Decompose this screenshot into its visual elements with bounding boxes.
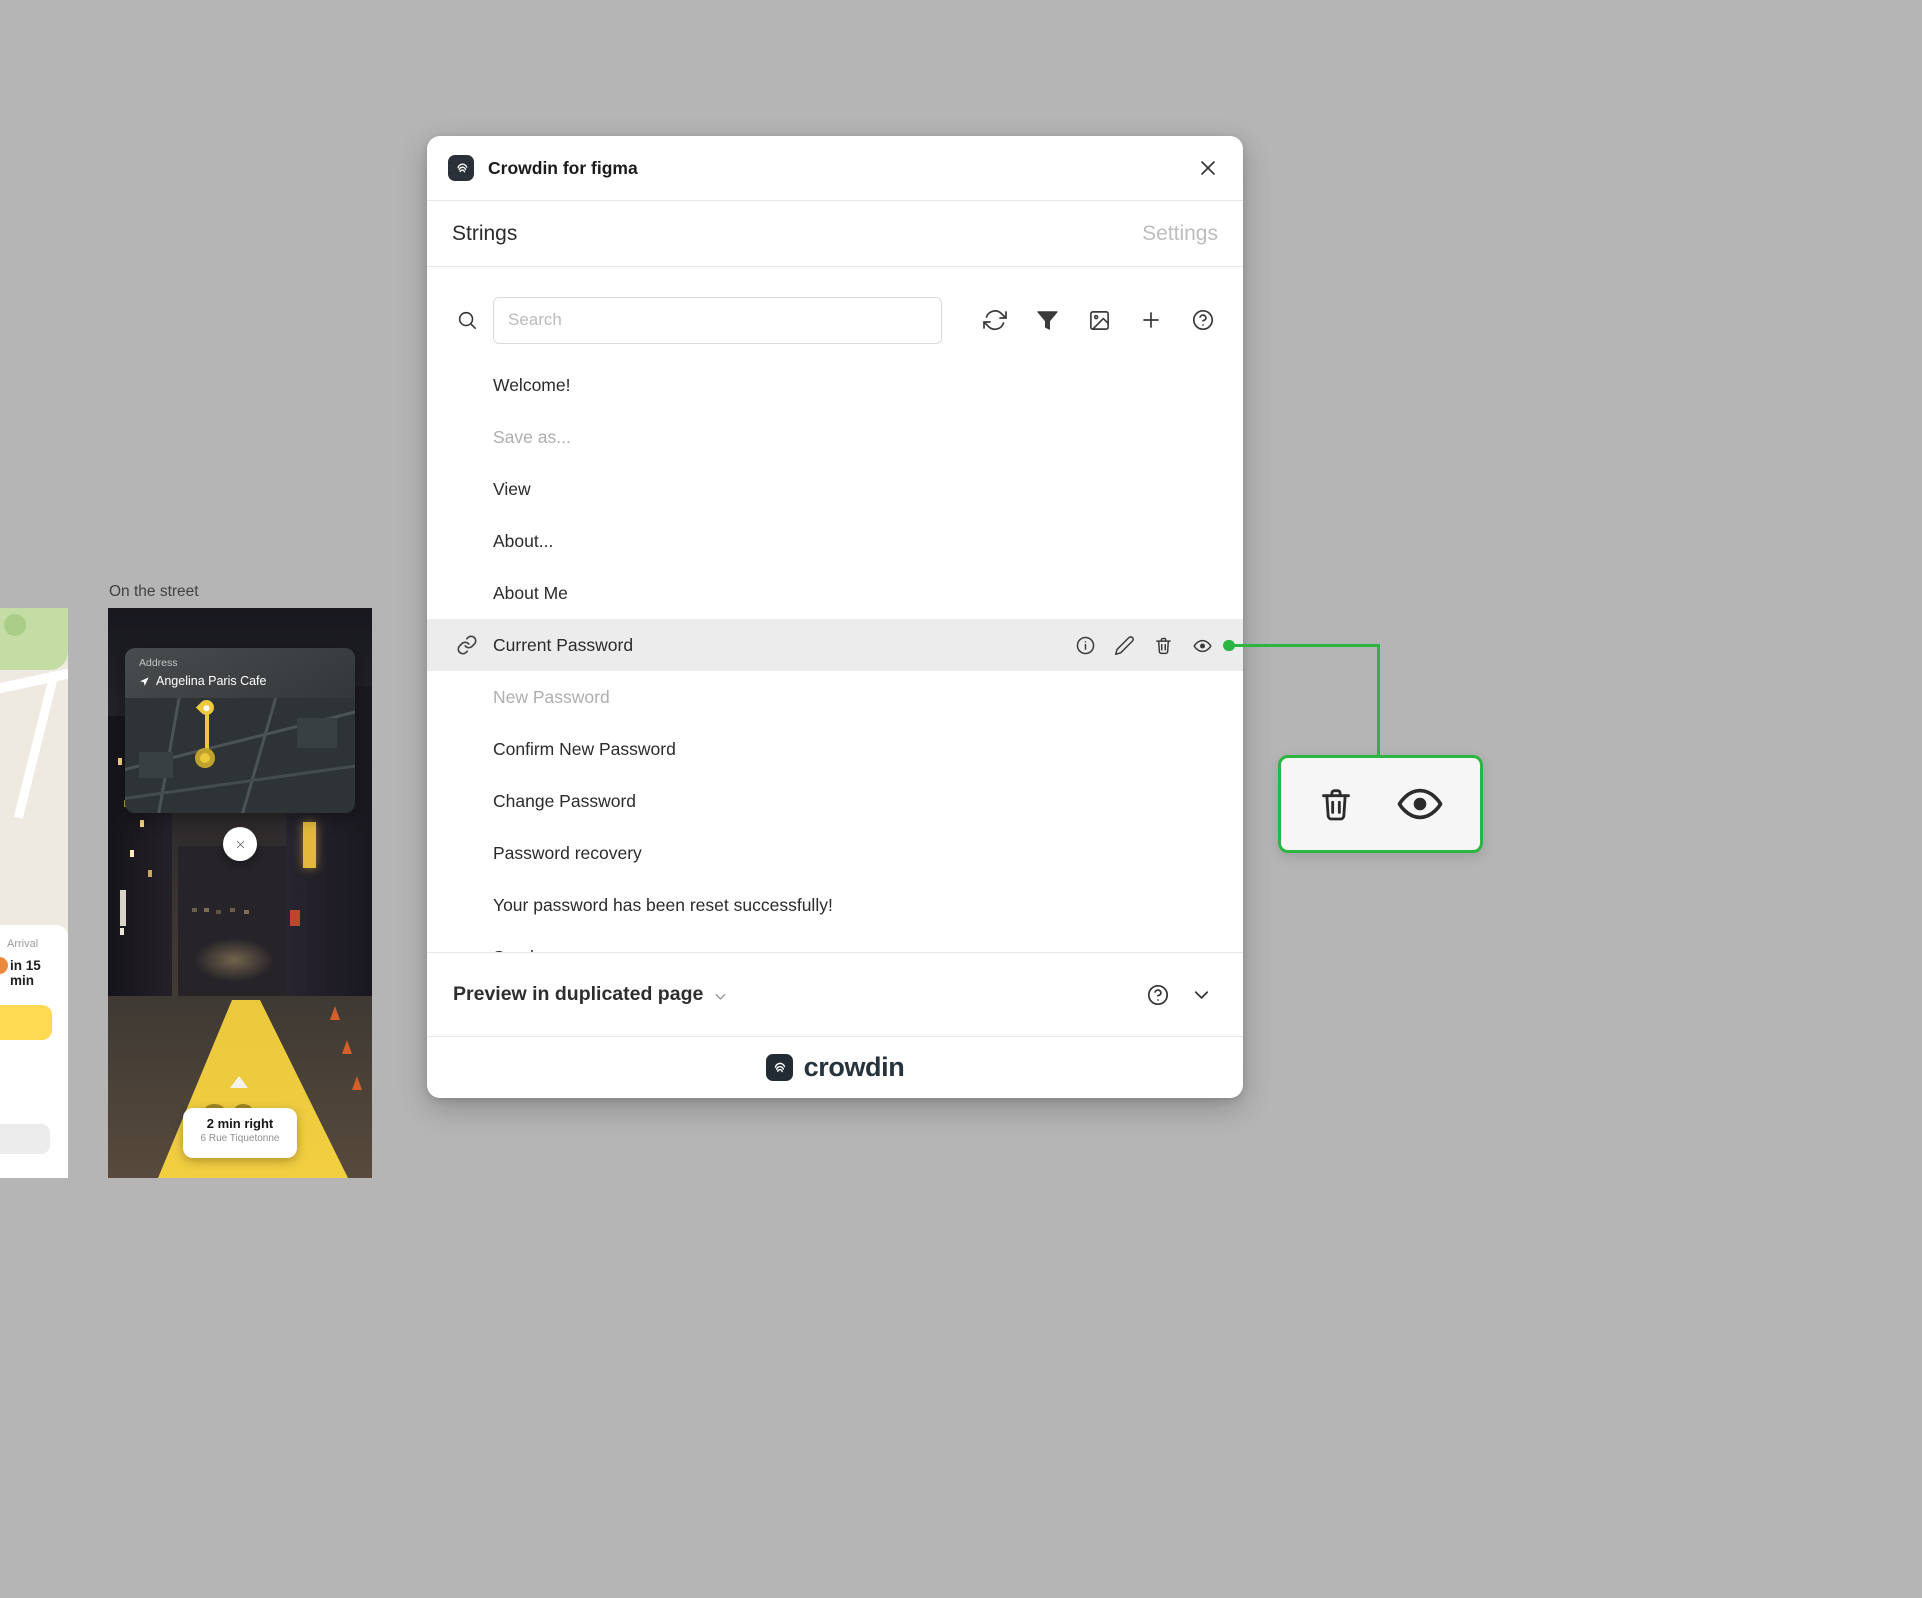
chevron-down-icon[interactable] [712,988,729,1005]
string-label: Save as... [493,426,571,447]
preview-eye-icon-large [1394,778,1446,830]
tab-settings[interactable]: Settings [1142,222,1218,246]
map-primary-button[interactable] [0,1005,52,1040]
string-label: Current Password [493,634,634,655]
string-label: View [493,478,531,499]
delete-trash-icon-large [1316,784,1356,824]
address-caption: Address [139,657,178,669]
route-line [205,713,209,750]
map-bottom-sheet: Arrival in 15 min [0,925,68,1178]
dismiss-card-button[interactable] [223,827,257,861]
neon-sign-yellow [303,822,316,868]
close-icon [1196,156,1220,180]
preview-mode-selector[interactable]: Preview in duplicated page [453,983,703,1006]
address-value: Angelina Paris Cafe [156,674,267,688]
direction-subtitle: 6 Rue Tiquetonne [200,1133,280,1144]
plugin-header: Crowdin for figma [427,136,1243,201]
refresh-icon[interactable] [983,308,1007,332]
search-icon [456,309,478,331]
arrival-caption: Arrival [7,938,39,950]
frame-on-the-street[interactable]: 20 Address Angelina Paris Cafe 2 m [108,608,372,1178]
crowdin-logo-icon [769,1058,789,1078]
image-screenshots-icon[interactable] [1087,308,1111,332]
address-minimap [125,698,355,813]
crowdin-logo [765,1054,793,1081]
close-icon [234,838,247,851]
crowdin-logo-icon [452,159,471,178]
edit-pencil-icon[interactable] [1114,635,1135,656]
tabs-bar: Strings Settings [427,201,1243,267]
string-label: About... [493,530,554,551]
string-label: Change Password [493,790,636,811]
icon-zoom-callout[interactable] [1278,755,1483,853]
current-location-dot [195,748,215,768]
map-tree-shape [4,614,26,636]
plugin-title: Crowdin for figma [488,157,638,178]
string-row[interactable]: About Me [427,567,1243,619]
filter-icon[interactable] [1035,308,1059,332]
connector-line-horizontal [1231,644,1380,647]
string-row-current-password[interactable]: Current Password [427,619,1243,671]
preview-eye-icon[interactable] [1192,635,1213,656]
help-icon[interactable] [1146,983,1170,1007]
string-label: Password recovery [493,842,642,863]
close-plugin-button[interactable] [1195,155,1221,181]
string-row[interactable]: New Password [427,671,1243,723]
figma-canvas: Arrival in 15 min On the street 20 Addre… [0,0,1922,1598]
direction-title: 2 min right [206,1116,274,1131]
search-input[interactable] [493,296,942,344]
lit-windows [192,908,197,912]
string-row[interactable]: Confirm New Password [427,723,1243,775]
building-center [178,846,290,1010]
add-string-button[interactable] [1139,308,1163,332]
crowdin-logo [448,155,474,181]
link-icon [456,634,478,661]
string-row[interactable]: View [427,463,1243,515]
address-card[interactable]: Address Angelina Paris Cafe [125,648,355,813]
delete-trash-icon[interactable] [1153,635,1174,656]
string-label: Your password has been reset successfull… [493,894,833,915]
strings-list: Welcome! Save as... View About... About … [427,359,1243,952]
neon-sign-red [290,910,300,926]
map-road [13,671,60,819]
frame-map-partial[interactable]: Arrival in 15 min [0,608,68,1178]
string-label: About Me [493,582,568,603]
arrival-value: in 15 min [10,958,41,988]
collapse-chevron-icon[interactable] [1190,983,1213,1006]
map-secondary-button[interactable] [0,1124,50,1154]
path-direction-arrow [230,1076,248,1088]
info-icon[interactable] [1075,635,1096,656]
string-row[interactable]: Password recovery [427,827,1243,879]
strings-toolbar [427,296,1243,344]
street-light-glow [194,938,274,982]
direction-card: 2 min right 6 Rue Tiquetonne [183,1108,297,1158]
route-marker-dot [0,957,8,974]
frame-title-on-the-street[interactable]: On the street [109,583,199,601]
tab-strings[interactable]: Strings [452,222,517,246]
street-sign [120,890,126,926]
string-row[interactable]: Your password has been reset successfull… [427,879,1243,931]
crowdin-wordmark: crowdin [803,1052,905,1082]
string-label: Welcome! [493,374,571,395]
string-row-clipped[interactable]: Send [427,931,1243,953]
crowdin-plugin-window: Crowdin for figma Strings Settings We [427,136,1243,1098]
help-icon[interactable] [1191,308,1215,332]
string-row[interactable]: Save as... [427,411,1243,463]
navigation-arrow-icon [139,676,150,687]
destination-pin-icon [195,698,218,719]
string-row[interactable]: About... [427,515,1243,567]
string-label: New Password [493,686,610,707]
string-row[interactable]: Change Password [427,775,1243,827]
string-label: Confirm New Password [493,738,676,759]
string-row[interactable]: Welcome! [427,359,1243,411]
lit-windows [118,758,122,765]
connector-line-vertical [1377,644,1380,757]
crowdin-brand-bar: crowdin [427,1036,1243,1098]
preview-footer: Preview in duplicated page [427,952,1243,1036]
